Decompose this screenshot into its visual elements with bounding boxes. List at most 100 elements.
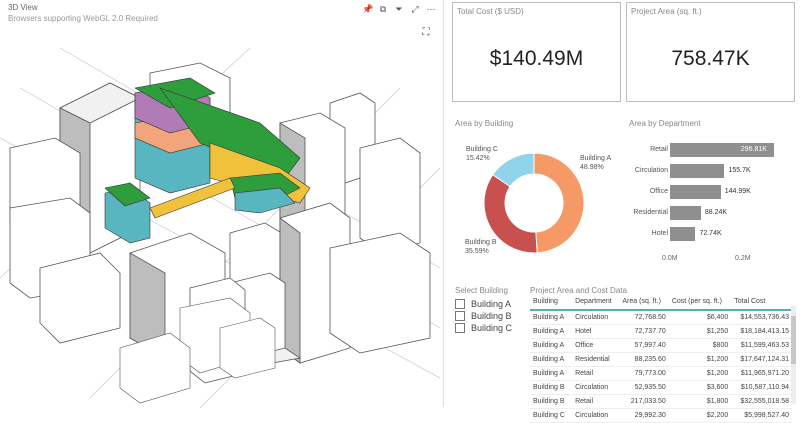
table-cell: Building C [530, 408, 573, 423]
area-by-building-title: Area by Building [455, 119, 514, 128]
donut-label-building-b: Building B 35.59% [465, 238, 497, 256]
table-cell: 79,773.00 [619, 366, 669, 381]
table-row[interactable]: Building A Residential 88,235.60 $1,200 $17,… [530, 352, 792, 367]
checkbox-icon[interactable] [455, 311, 465, 321]
table-cell: Retail [572, 394, 620, 409]
focus-mode-icon[interactable]: ⤢ [410, 4, 420, 14]
bar-category-label: Circulation [634, 167, 668, 174]
donut-label-building-a-pct: 48.98% [580, 164, 604, 171]
table-cell: $14,553,736.43 [731, 310, 792, 325]
3d-view-pane[interactable]: 3D View Browsers supporting WebGL 2.0 Re… [0, 0, 443, 408]
table-row[interactable]: Building A Hotel 72,737.70 $1,250 $18,184,41… [530, 324, 792, 339]
3d-view-title: 3D View [8, 3, 38, 12]
slicer-item-building-c[interactable]: Building C [455, 322, 527, 334]
table-cell: Building A [530, 310, 573, 325]
more-options-icon[interactable]: ⋯ [426, 4, 436, 14]
area-by-department-chart[interactable]: Retail 296.81K Circulation 155.7K Office 144.… [628, 135, 800, 270]
table-cell: $800 [668, 338, 732, 353]
table-cell: $1,200 [668, 352, 732, 367]
table-cell: 217,033.50 [619, 394, 669, 409]
slicer-item-label: Building B [471, 311, 512, 321]
table-cell: 72,737.70 [619, 324, 669, 339]
total-cost-card[interactable]: Total Cost ($ USD) $140.49M [452, 2, 621, 102]
project-data-table-pane: Project Area and Cost Data Building Depa… [530, 286, 800, 423]
table-cell: Residential [572, 352, 620, 367]
table-cell: $10,587,110.94 [731, 380, 792, 395]
table-cell: Circulation [572, 380, 620, 395]
table-cell: $17,647,124.31 [731, 352, 792, 367]
project-area-title: Project Area (sq. ft.) [631, 7, 702, 16]
slicer-item-building-a[interactable]: Building A [455, 298, 527, 310]
table-cell: $5,998,527.40 [731, 408, 792, 423]
filter-icon[interactable]: ⏷ [394, 4, 404, 14]
donut-label-building-a-name: Building A [580, 155, 612, 162]
slicer-item-label: Building C [471, 323, 513, 333]
table-cell: $11,599,463.53 [731, 338, 792, 353]
bar-value-label: 144.99K [724, 188, 751, 195]
bar-value-label: 296.81K [740, 146, 767, 153]
scrollbar-thumb[interactable] [791, 316, 796, 364]
table-row[interactable]: Building A Circulation 72,768.50 $6,400 $14,… [530, 310, 792, 325]
table-cell: 52,935.50 [619, 380, 669, 395]
slicer-item-building-b[interactable]: Building B [455, 310, 527, 322]
pin-icon[interactable]: 📌 [362, 4, 373, 14]
table-cell: 88,235.60 [619, 352, 669, 367]
table-cell: $6,400 [668, 310, 732, 325]
bar-hotel[interactable] [670, 227, 696, 241]
checkbox-icon[interactable] [455, 299, 465, 309]
table-cell: 57,997.40 [619, 338, 669, 353]
table-cell: 29,992.30 [619, 408, 669, 423]
table-cell: Building B [530, 394, 573, 409]
3d-building-scene[interactable] [0, 28, 440, 408]
table-header-row: Building Department Area (sq. ft.) Cost … [530, 294, 792, 311]
table-cell: $2,200 [668, 408, 732, 423]
project-area-value: 758.47K [671, 47, 750, 70]
table-cell: $3,600 [668, 380, 732, 395]
table-cell: Building B [530, 380, 573, 395]
bar-value-label: 155.7K [728, 167, 751, 174]
donut-label-building-c-name: Building C [466, 146, 498, 153]
donut-label-building-b-name: Building B [465, 239, 497, 246]
x-axis-tick: 0.2M [735, 255, 751, 262]
project-data-table[interactable]: Building Department Area (sq. ft.) Cost … [530, 294, 792, 423]
table-cell: Building A [530, 324, 573, 339]
bar-category-label: Retail [650, 146, 668, 153]
project-area-card[interactable]: Project Area (sq. ft.) 758.47K [626, 2, 795, 102]
donut-slice-building-a[interactable] [533, 152, 585, 254]
col-building[interactable]: Building [530, 294, 573, 311]
table-cell: Building A [530, 352, 573, 367]
table-row[interactable]: Building B Circulation 52,935.50 $3,600 $10,… [530, 380, 792, 395]
table-row[interactable]: Building C Circulation 29,992.30 $2,200 $5,9… [530, 408, 792, 423]
table-cell: Building A [530, 366, 573, 381]
table-cell: $32,555,018.58 [731, 394, 792, 409]
pane-divider [443, 0, 444, 407]
total-cost-title: Total Cost ($ USD) [457, 7, 524, 16]
area-by-department-title: Area by Department [629, 119, 701, 128]
table-row[interactable]: Building B Retail 217,033.50 $1,800 $32,555,… [530, 394, 792, 409]
table-cell: Circulation [572, 310, 620, 325]
total-cost-value: $140.49M [489, 47, 584, 70]
table-cell: $11,965,971.20 [731, 366, 792, 381]
bar-category-label: Residential [633, 209, 668, 216]
bar-circulation[interactable] [670, 164, 725, 178]
table-scrollbar[interactable] [791, 306, 796, 404]
col-department[interactable]: Department [572, 294, 620, 311]
donut-label-building-a: Building A 48.98% [580, 154, 611, 172]
col-cost-per-sqft[interactable]: Cost (per sq. ft.) [668, 294, 732, 311]
col-total-cost[interactable]: Total Cost [731, 294, 792, 311]
bar-office[interactable] [670, 185, 721, 199]
table-cell: Building A [530, 338, 573, 353]
bar-category-label: Office [649, 188, 668, 195]
table-cell: Office [572, 338, 620, 353]
select-building-title: Select Building [455, 286, 508, 295]
col-area[interactable]: Area (sq. ft.) [619, 294, 669, 311]
donut-label-building-b-pct: 35.59% [465, 248, 489, 255]
bar-residential[interactable] [670, 206, 701, 220]
table-cell: $18,184,413.15 [731, 324, 792, 339]
checkbox-icon[interactable] [455, 323, 465, 333]
table-row[interactable]: Building A Office 57,997.40 $800 $11,599,463… [530, 338, 792, 353]
table-row[interactable]: Building A Retail 79,773.00 $1,200 $11,965,9… [530, 366, 792, 381]
visual-toolbar: 📌 ⧉ ⏷ ⤢ ⋯ [362, 4, 436, 14]
copy-icon[interactable]: ⧉ [378, 4, 388, 14]
donut-label-building-c: Building C 15.42% [466, 145, 498, 163]
